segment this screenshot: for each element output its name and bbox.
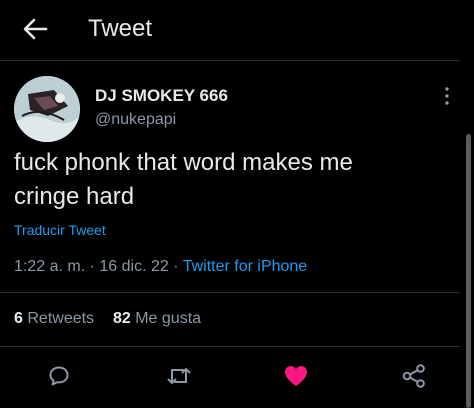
tweet-date[interactable]: 16 dic. 22 bbox=[99, 258, 168, 275]
tweet-metadata: 1:22 a. m. · 16 dic. 22 · Twitter for iP… bbox=[14, 258, 307, 276]
retweets-count: 6 bbox=[14, 310, 23, 327]
tweet-text-line-2: cringe hard bbox=[14, 183, 135, 210]
page-title: Tweet bbox=[88, 15, 153, 42]
reply-icon bbox=[49, 366, 69, 386]
scrollbar[interactable] bbox=[466, 134, 471, 408]
retweets-stat[interactable]: 6 Retweets bbox=[14, 310, 94, 327]
header-divider bbox=[0, 60, 460, 61]
heart-filled-icon bbox=[285, 366, 307, 386]
likes-label: Me gusta bbox=[135, 310, 202, 327]
engagement-stats: 6 Retweets 82 Me gusta bbox=[14, 310, 201, 328]
author-display-name[interactable]: DJ SMOKEY 666 bbox=[95, 86, 228, 106]
retweet-button[interactable] bbox=[165, 362, 193, 390]
likes-stat[interactable]: 82 Me gusta bbox=[113, 310, 201, 327]
share-button[interactable] bbox=[400, 362, 428, 390]
stats-divider bbox=[0, 346, 460, 347]
tweet-source-link[interactable]: Twitter for iPhone bbox=[183, 258, 308, 275]
translate-tweet-link[interactable]: Traducir Tweet bbox=[14, 222, 106, 238]
meta-separator: · bbox=[168, 258, 183, 275]
tweet-text-line-1: fuck phonk that word makes me bbox=[14, 149, 353, 176]
tweet-time[interactable]: 1:22 a. m. bbox=[14, 258, 85, 275]
author-handle[interactable]: @nukepapi bbox=[95, 111, 176, 129]
meta-divider bbox=[0, 292, 460, 293]
reply-button[interactable] bbox=[45, 362, 73, 390]
retweets-label: Retweets bbox=[27, 310, 95, 327]
more-vertical-icon bbox=[445, 87, 449, 105]
meta-separator: · bbox=[85, 258, 100, 275]
share-icon bbox=[402, 364, 425, 388]
avatar-image bbox=[14, 76, 80, 142]
back-button[interactable] bbox=[20, 14, 50, 44]
more-options-button[interactable] bbox=[437, 84, 457, 108]
likes-count: 82 bbox=[112, 310, 131, 327]
top-bar: Tweet bbox=[0, 0, 474, 58]
arrow-left-icon bbox=[23, 18, 48, 40]
like-button[interactable] bbox=[282, 362, 310, 390]
avatar[interactable] bbox=[14, 76, 80, 142]
retweet-icon bbox=[167, 368, 191, 384]
tweet-text: fuck phonk that word makes me cringe har… bbox=[14, 146, 454, 214]
